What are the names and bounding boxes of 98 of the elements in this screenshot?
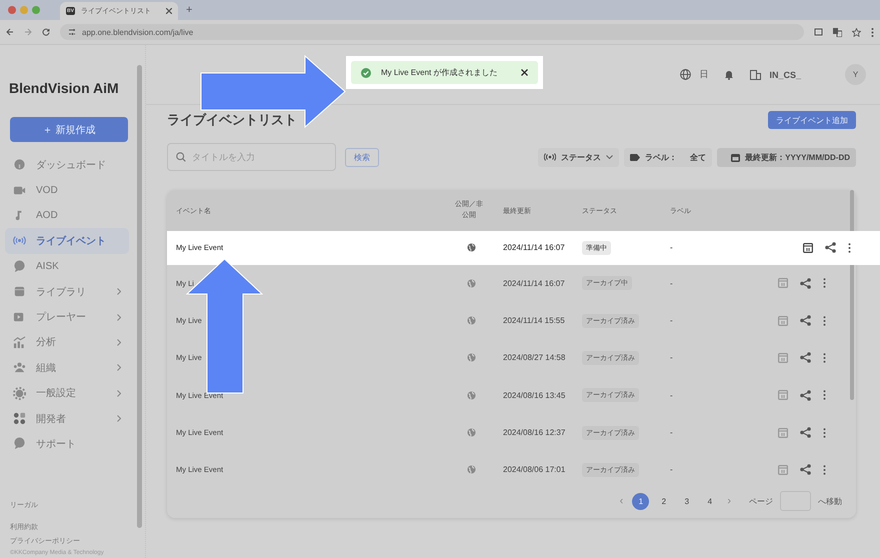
create-button[interactable]: ＋ 新規作成 <box>10 117 128 142</box>
more-icon[interactable] <box>823 428 826 438</box>
share-icon[interactable] <box>825 242 836 254</box>
globe-icon <box>466 278 476 288</box>
language-label[interactable]: 日 <box>699 68 708 81</box>
updated-date: 2024/08/16 13:45 <box>502 390 566 400</box>
help-icon <box>13 437 26 450</box>
globe-icon <box>466 428 476 438</box>
toast-message: My Live Event が作成されました <box>381 67 498 78</box>
install-icon[interactable] <box>814 28 823 36</box>
bell-icon[interactable] <box>724 69 734 80</box>
label-filter[interactable]: ラベル： 全て <box>624 148 712 166</box>
logo: BlendVision AiM <box>9 80 120 98</box>
calendar-icon <box>731 152 740 162</box>
user-avatar[interactable]: Y <box>845 64 866 85</box>
share-icon[interactable] <box>800 278 811 289</box>
label-value: - <box>670 353 674 362</box>
status-filter[interactable]: ステータス <box>538 148 620 166</box>
calendar-icon[interactable] <box>803 242 813 253</box>
more-icon[interactable] <box>823 390 826 400</box>
more-icon[interactable] <box>871 28 874 36</box>
label-value: - <box>670 390 674 400</box>
globe-icon <box>466 243 476 252</box>
nav-item[interactable]: 開発者 <box>5 406 129 432</box>
globe-icon <box>466 465 476 474</box>
label-value: - <box>670 428 674 438</box>
page-button[interactable]: 1 <box>632 492 650 510</box>
grid-icon <box>13 412 26 426</box>
broadcast-icon <box>13 234 26 248</box>
organization-name[interactable]: IN_CS_ <box>769 70 801 80</box>
more-icon[interactable] <box>823 352 826 363</box>
address-bar[interactable]: app.one.blendvision.com/ja/live <box>60 24 804 40</box>
nav-item[interactable]: AISK <box>5 254 129 279</box>
label-value: - <box>670 278 674 288</box>
gear-icon <box>13 386 26 400</box>
share-icon[interactable] <box>800 464 811 476</box>
label-value: - <box>670 316 674 326</box>
updated-date: 2024/08/06 17:01 <box>502 465 566 474</box>
updated-date: 2024/11/14 16:07 <box>502 243 566 252</box>
scrollbar[interactable] <box>137 65 142 528</box>
nav-item[interactable]: AOD <box>5 202 129 228</box>
share-icon[interactable] <box>800 315 811 326</box>
speech-bubble-icon <box>13 260 26 273</box>
nav-item[interactable]: ライブイベント <box>5 228 129 254</box>
chart-icon <box>13 336 26 349</box>
nav-item[interactable]: ダッシュボード <box>5 152 129 178</box>
new-tab-button[interactable]: + <box>186 4 192 16</box>
nav-item[interactable]: 組織 <box>5 355 129 381</box>
search-button[interactable]: 検索 <box>345 148 379 166</box>
back-icon[interactable] <box>6 28 14 36</box>
search-icon <box>176 152 186 162</box>
translate-icon[interactable] <box>833 28 842 36</box>
more-icon[interactable] <box>848 242 851 253</box>
more-icon[interactable] <box>823 316 826 326</box>
page-label: ページ <box>749 496 773 507</box>
settings-icon[interactable] <box>68 28 76 36</box>
nav-item[interactable]: 分析 <box>5 330 129 356</box>
updated-date: 2024/08/27 14:58 <box>502 353 566 362</box>
close-icon[interactable] <box>521 69 528 76</box>
share-icon[interactable] <box>800 390 811 401</box>
globe-icon <box>466 390 476 400</box>
share-icon[interactable] <box>800 427 811 438</box>
goto-label: へ移動 <box>818 496 842 507</box>
globe-icon <box>466 316 476 326</box>
globe-icon <box>466 353 476 362</box>
nav-item[interactable]: VOD <box>5 177 129 203</box>
label-value: - <box>670 243 674 252</box>
date-filter[interactable]: 最終更新：YYYY/MM/DD-DD <box>717 148 856 166</box>
nav-item[interactable]: ライブラリ <box>5 278 129 304</box>
updated-date: 2024/11/14 16:07 <box>502 278 566 288</box>
page-button[interactable]: 2 <box>655 492 672 510</box>
player-icon <box>13 310 26 324</box>
search-field[interactable]: タイトルを入力 <box>167 143 336 171</box>
updated-date: 2024/08/16 12:37 <box>502 428 566 438</box>
updated-date: 2024/11/14 15:55 <box>502 316 566 326</box>
broadcast-icon <box>544 153 556 161</box>
globe-icon[interactable] <box>680 69 692 80</box>
page-button[interactable]: 4 <box>701 492 718 510</box>
close-icon[interactable] <box>166 8 172 14</box>
reload-icon[interactable] <box>42 28 50 36</box>
check-circle-icon <box>361 68 371 78</box>
chevron-down-icon <box>606 155 614 159</box>
library-icon <box>13 285 26 298</box>
label-value: - <box>670 465 674 474</box>
add-event-button[interactable]: ライブイベント追加 <box>768 111 856 129</box>
star-icon[interactable] <box>852 28 861 36</box>
nav-item[interactable]: プレーヤー <box>5 304 129 330</box>
page-title: ライブイベントリスト <box>167 111 297 129</box>
url-text: app.one.blendvision.com/ja/live <box>82 28 194 36</box>
building-icon <box>750 70 762 80</box>
more-icon[interactable] <box>823 278 826 288</box>
share-icon[interactable] <box>800 352 811 364</box>
more-icon[interactable] <box>823 464 826 475</box>
people-icon <box>13 361 26 374</box>
tag-icon <box>630 154 640 160</box>
nav-item[interactable]: サポート <box>5 431 129 457</box>
nav-item[interactable]: 一般設定 <box>5 380 129 406</box>
page-button[interactable]: 3 <box>678 492 696 510</box>
